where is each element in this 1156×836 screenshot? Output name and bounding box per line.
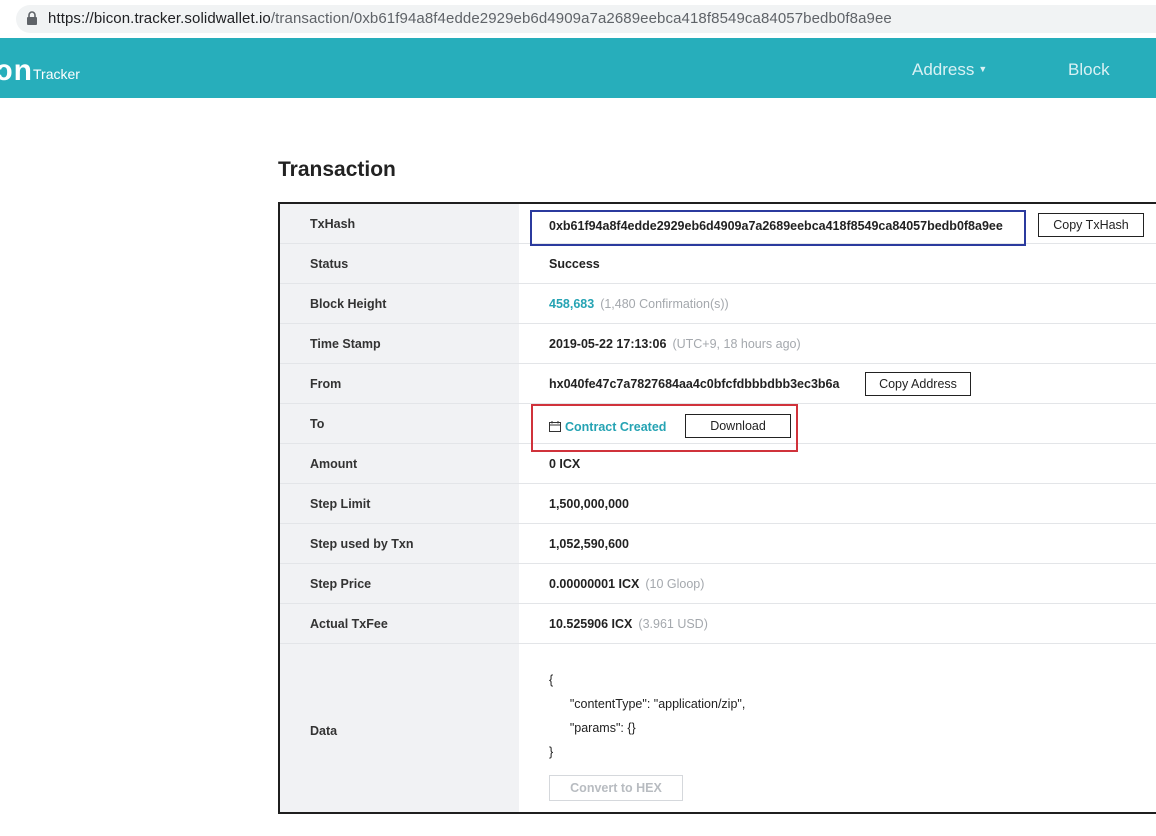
url-path: /transaction/0xb61f94a8f4edde2929eb6d490…	[270, 10, 892, 27]
block-height-link[interactable]: 458,683	[549, 297, 594, 311]
data-label: Data	[310, 724, 338, 738]
from-label: From	[310, 377, 342, 391]
caret-down-icon: ▼	[978, 64, 988, 74]
row-from: From hx040fe47c7a7827684aa4c0bfcfdbbbdbb…	[280, 364, 1156, 404]
logo-text: Tracker	[33, 66, 80, 82]
block-height-value-group: 458,683 (1,480 Confirmation(s))	[549, 297, 729, 311]
actual-fee-value-group: 10.525906 ICX (3.961 USD)	[549, 617, 708, 631]
step-used-label: Step used by Txn	[310, 537, 414, 551]
row-amount: Amount 0 ICX	[280, 444, 1156, 484]
page-title: Transaction	[278, 158, 396, 181]
txhash-label: TxHash	[310, 217, 356, 231]
from-address-link[interactable]: hx040fe47c7a7827684aa4c0bfcfdbbbdbb3ec3b…	[549, 377, 839, 391]
calendar-icon	[549, 421, 561, 432]
time-stamp-value-group: 2019-05-22 17:13:06 (UTC+9, 18 hours ago)	[549, 337, 801, 351]
step-limit-label: Step Limit	[310, 497, 371, 511]
url-text[interactable]: https://bicon.tracker.solidwallet.io/tra…	[48, 10, 892, 27]
step-price-note: (10 Gloop)	[645, 577, 705, 591]
url-host: https://bicon.tracker.solidwallet.io	[48, 10, 271, 27]
site-header: ɔn Tracker Address ▼ Block	[0, 38, 1156, 98]
row-block-height: Block Height 458,683 (1,480 Confirmation(…	[280, 284, 1156, 324]
row-time-stamp: Time Stamp 2019-05-22 17:13:06 (UTC+9, 18…	[280, 324, 1156, 364]
row-step-price: Step Price 0.00000001 ICX (10 Gloop)	[280, 564, 1156, 604]
step-limit-value: 1,500,000,000	[549, 497, 629, 511]
download-button[interactable]: Download	[685, 414, 791, 438]
contract-created-group: Contract Created	[549, 420, 666, 434]
actual-fee-value: 10.525906 ICX	[549, 617, 633, 631]
convert-to-hex-button[interactable]: Convert to HEX	[549, 775, 683, 801]
step-price-value: 0.00000001 ICX	[549, 577, 640, 591]
time-stamp-value: 2019-05-22 17:13:06	[549, 337, 667, 351]
txhash-value[interactable]: 0xb61f94a8f4edde2929eb6d4909a7a2689eebca…	[549, 219, 1003, 233]
actual-fee-note: (3.961 USD)	[638, 617, 708, 631]
row-step-limit: Step Limit 1,500,000,000	[280, 484, 1156, 524]
contract-created-link[interactable]: Contract Created	[565, 420, 666, 434]
logo-mark: ɔn	[0, 54, 34, 87]
copy-txhash-button[interactable]: Copy TxHash	[1038, 213, 1144, 237]
nav-block-link[interactable]: Block	[1068, 60, 1110, 80]
nav-address-menu[interactable]: Address ▼	[912, 60, 987, 80]
row-data: Data { "contentType": "application/zip",…	[280, 644, 1156, 814]
time-stamp-label: Time Stamp	[310, 337, 381, 351]
copy-address-button[interactable]: Copy Address	[865, 372, 971, 396]
transaction-table: TxHash 0xb61f94a8f4edde2929eb6d4909a7a26…	[278, 202, 1156, 814]
amount-label: Amount	[310, 457, 358, 471]
to-label: To	[310, 417, 325, 431]
step-used-value: 1,052,590,600	[549, 537, 629, 551]
data-json: { "contentType": "application/zip", "par…	[549, 673, 746, 759]
row-status: Status Success	[280, 244, 1156, 284]
row-actual-fee: Actual TxFee 10.525906 ICX (3.961 USD)	[280, 604, 1156, 644]
amount-value: 0 ICX	[549, 457, 581, 471]
lock-icon	[27, 11, 37, 25]
row-step-used: Step used by Txn 1,052,590,600	[280, 524, 1156, 564]
block-height-label: Block Height	[310, 297, 387, 311]
step-price-value-group: 0.00000001 ICX (10 Gloop)	[549, 577, 704, 591]
actual-fee-label: Actual TxFee	[310, 617, 388, 631]
time-stamp-note: (UTC+9, 18 hours ago)	[672, 337, 801, 351]
nav-address-label: Address	[912, 60, 975, 79]
step-price-label: Step Price	[310, 577, 372, 591]
browser-url-bar: https://bicon.tracker.solidwallet.io/tra…	[0, 0, 1156, 38]
status-label: Status	[310, 257, 349, 271]
confirmations-note: (1,480 Confirmation(s))	[600, 297, 729, 311]
status-value: Success	[549, 257, 600, 271]
